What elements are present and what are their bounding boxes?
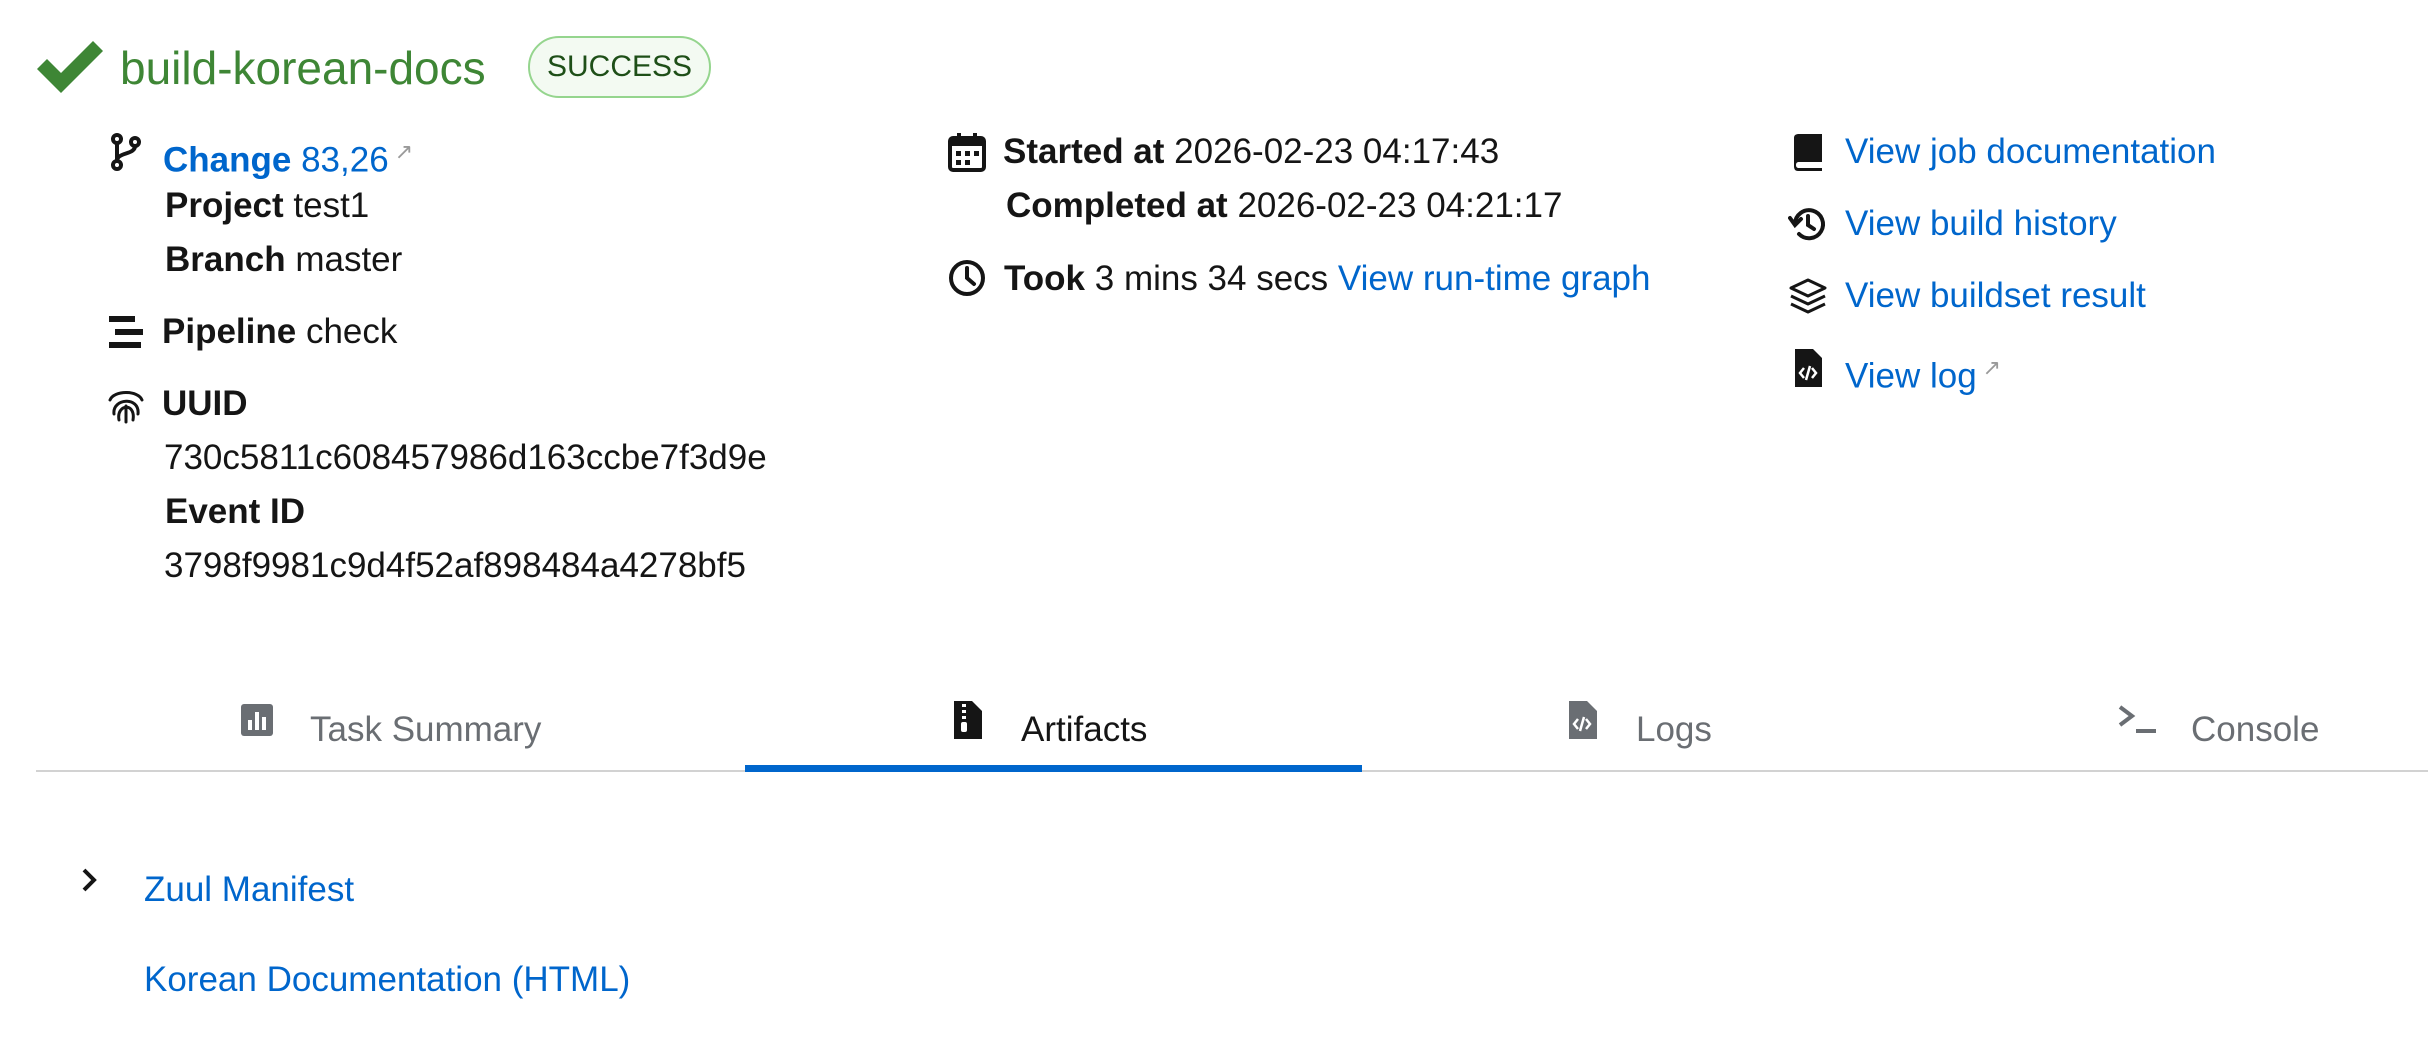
active-tab-indicator bbox=[745, 765, 1362, 772]
artifact-link-korean-docs[interactable]: Korean Documentation (HTML) bbox=[144, 958, 630, 1002]
status-badge: SUCCESS bbox=[528, 36, 712, 98]
tab-label: Artifacts bbox=[1021, 710, 1148, 749]
event-id-value: 3798f9981c9d4f52af898484a4278bf5 bbox=[164, 546, 746, 585]
change-row: Change 83,26 ↗ bbox=[163, 130, 413, 183]
chevron-right-icon[interactable] bbox=[78, 865, 102, 895]
calendar-icon bbox=[947, 132, 987, 172]
pipeline-label: Pipeline bbox=[162, 312, 297, 351]
bar-chart-icon bbox=[239, 702, 279, 742]
file-code-icon bbox=[1788, 348, 1828, 388]
started-label: Started at bbox=[1003, 132, 1165, 171]
pipeline-row: Pipeline check bbox=[162, 310, 397, 354]
file-code-icon bbox=[1565, 700, 1605, 740]
uuid-value: 730c5811c608457986d163ccbe7f3d9e bbox=[164, 438, 767, 477]
branch-label: Branch bbox=[165, 240, 286, 279]
tab-label: Task Summary bbox=[310, 710, 542, 749]
completed-row: Completed at 2026-02-23 04:21:17 bbox=[1006, 184, 1562, 228]
terminal-icon bbox=[2118, 704, 2158, 744]
tab-logs[interactable]: Logs bbox=[1362, 690, 2055, 772]
pipeline-icon bbox=[106, 312, 146, 352]
started-row: Started at 2026-02-23 04:17:43 bbox=[1003, 130, 1499, 174]
event-id-label: Event ID bbox=[165, 492, 306, 531]
branch-value: master bbox=[295, 240, 403, 279]
change-link[interactable]: Change 83,26 bbox=[163, 141, 389, 180]
project-row: Project test1 bbox=[165, 184, 369, 228]
build-history-link[interactable]: View build history bbox=[1845, 202, 2117, 246]
tab-artifacts[interactable]: Artifacts bbox=[745, 690, 1362, 772]
project-value: test1 bbox=[293, 186, 370, 225]
tab-task-summary[interactable]: Task Summary bbox=[36, 690, 745, 772]
branch-row: Branch master bbox=[165, 238, 402, 282]
artifact-link-zuul-manifest[interactable]: Zuul Manifest bbox=[144, 868, 354, 912]
pipeline-value: check bbox=[305, 312, 398, 351]
job-title: build-korean-docs bbox=[120, 42, 486, 94]
completed-label: Completed at bbox=[1006, 186, 1228, 225]
tab-console[interactable]: Console bbox=[2055, 690, 2428, 772]
project-label: Project bbox=[165, 186, 284, 225]
view-log-row: View log ↗ bbox=[1845, 346, 2001, 399]
history-icon bbox=[1788, 204, 1828, 244]
buildset-result-link[interactable]: View buildset result bbox=[1845, 274, 2146, 318]
book-icon bbox=[1788, 132, 1828, 172]
uuid-label: UUID bbox=[162, 384, 248, 423]
took-value: 3 mins 34 secs bbox=[1094, 259, 1329, 298]
took-label: Took bbox=[1004, 259, 1086, 298]
completed-value: 2026-02-23 04:21:17 bbox=[1237, 186, 1563, 225]
external-link-icon: ↗ bbox=[394, 139, 414, 164]
fingerprint-icon bbox=[106, 384, 146, 424]
runtime-graph-link[interactable]: View run-time graph bbox=[1338, 259, 1651, 298]
file-archive-icon bbox=[950, 700, 990, 740]
clock-icon bbox=[947, 258, 987, 298]
code-branch-icon bbox=[106, 132, 146, 172]
took-row: Took 3 mins 34 secs View run-time graph bbox=[1004, 257, 1650, 301]
started-value: 2026-02-23 04:17:43 bbox=[1174, 132, 1500, 171]
success-check-icon bbox=[34, 36, 106, 96]
external-link-icon: ↗ bbox=[1982, 355, 2002, 380]
tab-label: Logs bbox=[1636, 710, 1712, 749]
tab-label: Console bbox=[2191, 710, 2320, 749]
job-documentation-link[interactable]: View job documentation bbox=[1845, 130, 2216, 174]
layers-icon bbox=[1788, 276, 1828, 316]
view-log-link[interactable]: View log bbox=[1845, 357, 1977, 396]
